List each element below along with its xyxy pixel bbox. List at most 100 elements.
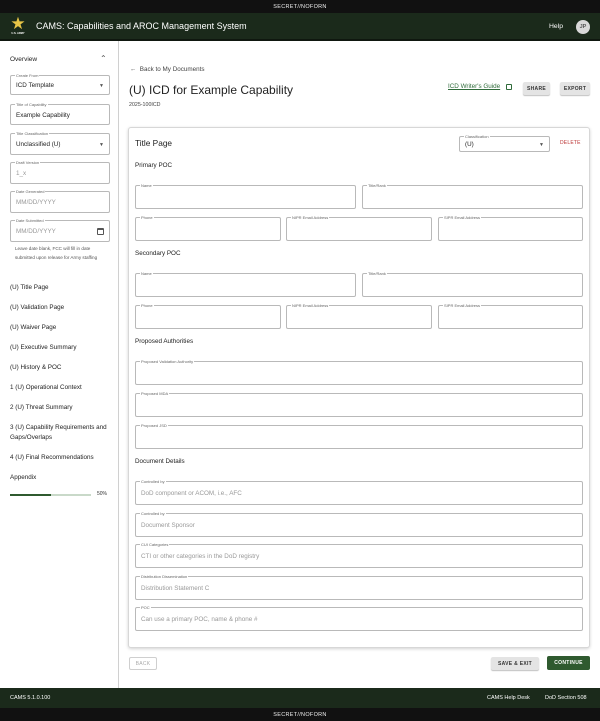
validation-authority-label: Proposed Validation Authority bbox=[140, 359, 195, 364]
dropdown-arrow-icon: ▼ bbox=[99, 83, 104, 89]
app-header: ★ U.S. ARMY CAMS: Capabilities and AROC … bbox=[0, 13, 600, 41]
document-title: (U) ICD for Example Capability bbox=[129, 83, 294, 97]
validation-authority-field[interactable]: Proposed Validation Authority bbox=[135, 359, 583, 385]
title-classification-label: Title Classification bbox=[15, 131, 50, 136]
proposed-mda-label: Proposed MDA bbox=[140, 391, 170, 396]
controlled-by-sponsor-field[interactable]: Controlled by Document Sponsor bbox=[135, 511, 583, 537]
nav-waiver-page[interactable]: (U) Waiver Page bbox=[10, 323, 110, 333]
logo-text: U.S. ARMY bbox=[11, 32, 25, 35]
proposed-authorities-heading: Proposed Authorities bbox=[135, 338, 194, 345]
primary-nipr-field[interactable]: NIPR Email Address bbox=[286, 215, 432, 241]
create-from-label: Create From bbox=[15, 73, 40, 78]
back-button[interactable]: BACK bbox=[129, 657, 157, 670]
external-link-icon[interactable] bbox=[506, 84, 512, 90]
dropdown-arrow-icon: ▼ bbox=[99, 142, 104, 148]
create-from-select[interactable]: Create From ICD Template ▼ bbox=[10, 73, 110, 95]
poc-placeholder: Can use a primary POC, name & phone # bbox=[141, 616, 258, 623]
back-to-documents-label: Back to My Documents bbox=[139, 66, 205, 73]
date-generated-field[interactable]: Date Generated MM/DD/YYYY bbox=[10, 189, 110, 213]
document-id: 2025-100ICD bbox=[129, 102, 161, 108]
nav-title-page[interactable]: (U) Title Page bbox=[10, 283, 110, 293]
nav-operational-context[interactable]: 1 (U) Operational Context bbox=[10, 383, 110, 393]
secondary-sipr-label: SIPR Email Address bbox=[443, 303, 482, 308]
classification-banner-bottom: SECRET//NOFORN bbox=[0, 708, 600, 721]
secondary-title-rank-label: Title/Rank bbox=[367, 271, 387, 276]
app-version: CAMS 5.1.0.100 bbox=[10, 695, 51, 701]
nav-appendix[interactable]: Appendix bbox=[10, 473, 110, 483]
chevron-up-icon[interactable]: ⌃ bbox=[100, 54, 107, 63]
primary-sipr-field[interactable]: SIPR Email Address bbox=[438, 215, 583, 241]
classification-select[interactable]: Classification (U) ▼ bbox=[459, 134, 550, 152]
overview-heading: Overview bbox=[10, 56, 38, 63]
primary-title-rank-label: Title/Rank bbox=[367, 183, 387, 188]
secondary-name-label: Name bbox=[140, 271, 153, 276]
nav-capability-requirements[interactable]: 3 (U) Capability Requirements and Gaps/O… bbox=[10, 423, 110, 443]
nav-history-poc[interactable]: (U) History & POC bbox=[10, 363, 110, 373]
classification-banner-top: SECRET//NOFORN bbox=[0, 0, 600, 13]
primary-sipr-label: SIPR Email Address bbox=[443, 215, 482, 220]
help-desk-link[interactable]: CAMS Help Desk bbox=[487, 695, 530, 701]
controlled-by-label: Controlled by bbox=[140, 479, 166, 484]
title-of-capability-field[interactable]: Title of Capability Example Capability bbox=[10, 102, 110, 125]
draft-version-field[interactable]: Draft Version 1_x bbox=[10, 160, 110, 184]
secondary-phone-field[interactable]: Phone bbox=[135, 303, 281, 329]
help-link[interactable]: Help bbox=[549, 23, 563, 30]
poc-field[interactable]: POC Can use a primary POC, name & phone … bbox=[135, 605, 583, 631]
primary-phone-field[interactable]: Phone bbox=[135, 215, 281, 241]
section-508-link[interactable]: DoD Section 508 bbox=[545, 695, 587, 701]
date-submitted-field[interactable]: Date Submitted MM/DD/YYYY bbox=[10, 218, 110, 242]
back-to-documents-link[interactable]: ← Back to My Documents bbox=[130, 66, 205, 73]
primary-poc-heading: Primary POC bbox=[135, 162, 173, 169]
distribution-dissemination-field[interactable]: Distribution Dissemination Distribution … bbox=[135, 574, 583, 600]
date-submitted-placeholder: MM/DD/YYYY bbox=[16, 228, 56, 235]
date-generated-placeholder: MM/DD/YYYY bbox=[16, 199, 56, 206]
app-title: CAMS: Capabilities and AROC Management S… bbox=[36, 21, 247, 31]
primary-phone-label: Phone bbox=[140, 215, 154, 220]
distribution-dissemination-placeholder: Distribution Statement C bbox=[141, 585, 210, 592]
date-hint: Leave date blank, FCC will fill in date … bbox=[15, 246, 98, 260]
secondary-nipr-field[interactable]: NIPR Email Address bbox=[286, 303, 432, 329]
document-details-heading: Document Details bbox=[135, 458, 185, 465]
nav-final-recommendations[interactable]: 4 (U) Final Recommendations bbox=[10, 453, 110, 463]
progress-percent: 50% bbox=[97, 491, 108, 497]
date-generated-label: Date Generated bbox=[15, 189, 46, 194]
proposed-jsd-label: Proposed JSD bbox=[140, 423, 168, 428]
secondary-title-rank-field[interactable]: Title/Rank bbox=[362, 271, 583, 297]
army-logo: ★ U.S. ARMY bbox=[7, 14, 29, 35]
continue-button[interactable]: CONTINUE bbox=[547, 656, 590, 670]
delete-button[interactable]: DELETE bbox=[560, 140, 581, 146]
controlled-by-component-field[interactable]: Controlled by DoD component or ACOM, i.e… bbox=[135, 479, 583, 505]
classification-value: (U) bbox=[465, 141, 474, 148]
primary-title-rank-field[interactable]: Title/Rank bbox=[362, 183, 583, 209]
secondary-sipr-field[interactable]: SIPR Email Address bbox=[438, 303, 583, 329]
draft-version-label: Draft Version bbox=[15, 160, 41, 165]
proposed-jsd-field[interactable]: Proposed JSD bbox=[135, 423, 583, 449]
footer: CAMS 5.1.0.100 CAMS Help Desk DoD Sectio… bbox=[0, 688, 600, 708]
calendar-icon[interactable] bbox=[97, 228, 104, 235]
progress-bar bbox=[10, 494, 91, 496]
save-exit-button[interactable]: SAVE & EXIT bbox=[491, 657, 539, 670]
controlled-by-placeholder: DoD component or ACOM, i.e., AFC bbox=[141, 490, 242, 497]
nav-threat-summary[interactable]: 2 (U) Threat Summary bbox=[10, 403, 110, 413]
primary-nipr-label: NIPR Email Address bbox=[291, 215, 330, 220]
writers-guide-link[interactable]: ICD Writer's Guide bbox=[448, 83, 500, 90]
primary-name-label: Name bbox=[140, 183, 153, 188]
proposed-mda-field[interactable]: Proposed MDA bbox=[135, 391, 583, 417]
nav-executive-summary[interactable]: (U) Executive Summary bbox=[10, 343, 110, 353]
create-from-value: ICD Template bbox=[16, 82, 55, 89]
user-avatar[interactable]: JP bbox=[576, 20, 590, 34]
secondary-name-field[interactable]: Name bbox=[135, 271, 356, 297]
title-classification-select[interactable]: Title Classification Unclassified (U) ▼ bbox=[10, 131, 110, 155]
nav-validation-page[interactable]: (U) Validation Page bbox=[10, 303, 110, 313]
star-icon: ★ bbox=[10, 14, 26, 33]
poc-label: POC bbox=[140, 605, 151, 610]
cui-categories-placeholder: CTI or other categories in the DoD regis… bbox=[141, 553, 260, 560]
cui-categories-field[interactable]: CUI Categories CTI or other categories i… bbox=[135, 542, 583, 568]
title-of-capability-label: Title of Capability bbox=[15, 102, 48, 107]
export-button[interactable]: EXPORT bbox=[560, 82, 590, 95]
distribution-dissemination-label: Distribution Dissemination bbox=[140, 574, 189, 579]
secondary-phone-label: Phone bbox=[140, 303, 154, 308]
share-button[interactable]: SHARE bbox=[523, 82, 550, 95]
primary-name-field[interactable]: Name bbox=[135, 183, 356, 209]
draft-version-value: 1_x bbox=[16, 170, 27, 177]
